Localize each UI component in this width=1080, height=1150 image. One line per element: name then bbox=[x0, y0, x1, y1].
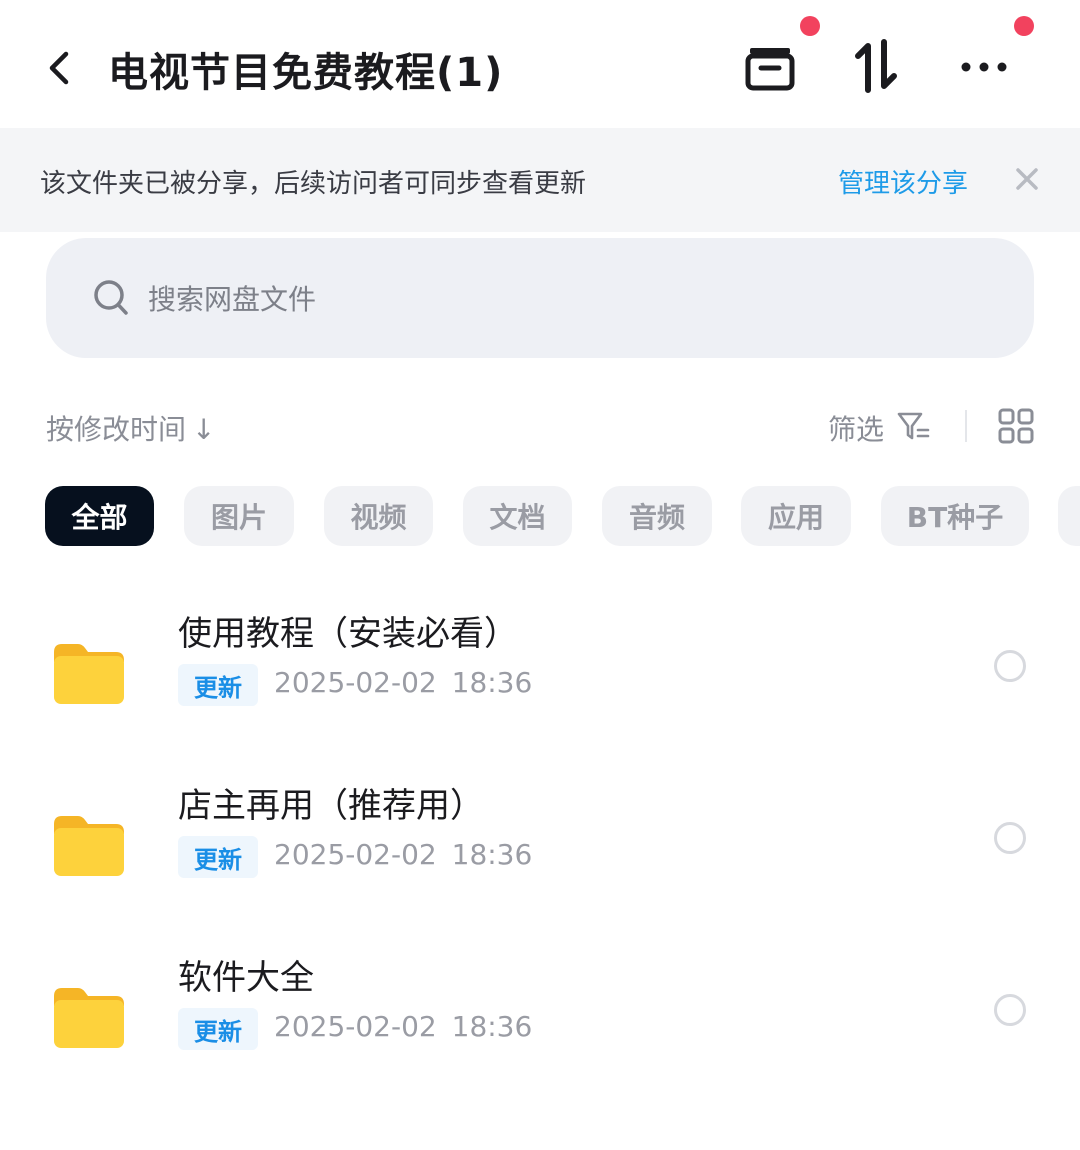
notification-dot bbox=[800, 16, 820, 36]
page-title: 电视节目免费教程(1) bbox=[108, 50, 504, 96]
folder-icon bbox=[54, 988, 124, 1048]
archive-icon[interactable] bbox=[740, 36, 800, 96]
list-item[interactable]: 软件大全 更新 2025-02-02 18:36 bbox=[0, 950, 1080, 1090]
filter-icon[interactable] bbox=[896, 410, 930, 442]
chip-bt-torrent[interactable]: BT种子 bbox=[881, 486, 1029, 546]
search-input[interactable]: 搜索网盘文件 bbox=[46, 238, 1034, 358]
chip-audio[interactable]: 音频 bbox=[602, 486, 712, 546]
top-bar: 电视节目免费教程(1) bbox=[0, 0, 1080, 128]
transfer-icon[interactable] bbox=[846, 36, 906, 96]
chip-images[interactable]: 图片 bbox=[184, 486, 294, 546]
update-badge: 更新 bbox=[178, 1008, 258, 1050]
share-notice-bar: 该文件夹已被分享，后续访问者可同步查看更新 管理该分享 bbox=[0, 128, 1080, 232]
back-icon[interactable] bbox=[40, 46, 80, 90]
filter-button[interactable]: 筛选 bbox=[828, 408, 884, 448]
sort-label: 按修改时间 bbox=[46, 413, 187, 446]
sort-button[interactable]: 按修改时间 ↓ bbox=[46, 408, 215, 448]
sort-arrow-icon: ↓ bbox=[192, 413, 216, 446]
update-badge: 更新 bbox=[178, 664, 258, 706]
share-notice-text: 该文件夹已被分享，后续访问者可同步查看更新 bbox=[40, 169, 587, 199]
folder-icon bbox=[54, 816, 124, 876]
chip-all[interactable]: 全部 bbox=[45, 486, 154, 546]
select-checkbox[interactable] bbox=[994, 994, 1026, 1026]
file-date: 2025-02-02 18:36 bbox=[274, 838, 533, 871]
file-name: 软件大全 bbox=[178, 958, 314, 998]
divider bbox=[965, 410, 967, 442]
file-name: 使用教程（安装必看） bbox=[178, 614, 518, 654]
chip-more[interactable] bbox=[1058, 486, 1080, 546]
chip-videos[interactable]: 视频 bbox=[324, 486, 433, 546]
more-icon[interactable] bbox=[954, 36, 1014, 96]
folder-icon bbox=[54, 644, 124, 704]
file-date: 2025-02-02 18:36 bbox=[274, 666, 533, 699]
file-date: 2025-02-02 18:36 bbox=[274, 1010, 533, 1043]
list-item[interactable]: 使用教程（安装必看） 更新 2025-02-02 18:36 bbox=[0, 606, 1080, 746]
close-icon[interactable] bbox=[1012, 164, 1042, 194]
category-chips: 全部 图片 视频 文档 音频 应用 BT种子 bbox=[0, 486, 1080, 548]
chip-apps[interactable]: 应用 bbox=[741, 486, 851, 546]
manage-share-link[interactable]: 管理该分享 bbox=[838, 163, 968, 200]
search-icon bbox=[94, 280, 128, 315]
notification-dot bbox=[1014, 16, 1034, 36]
chip-documents[interactable]: 文档 bbox=[463, 486, 572, 546]
file-name: 店主再用（推荐用） bbox=[178, 786, 484, 826]
select-checkbox[interactable] bbox=[994, 650, 1026, 682]
search-placeholder: 搜索网盘文件 bbox=[148, 283, 317, 316]
grid-view-icon[interactable] bbox=[998, 408, 1034, 444]
select-checkbox[interactable] bbox=[994, 822, 1026, 854]
update-badge: 更新 bbox=[178, 836, 258, 878]
list-item[interactable]: 店主再用（推荐用） 更新 2025-02-02 18:36 bbox=[0, 778, 1080, 918]
